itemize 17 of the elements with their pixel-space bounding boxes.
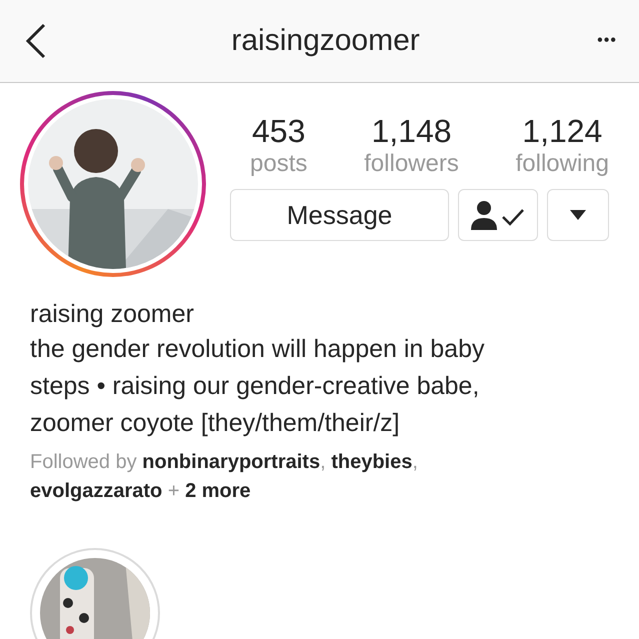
- stat-label: followers: [364, 149, 459, 179]
- message-button[interactable]: Message: [230, 189, 449, 241]
- profile-bio: the gender revolution will happen in baby steps • raising our gender-creative babe, zoomer coyote [they/them/their/z]: [30, 334, 486, 439]
- stat-count: 1,148: [371, 113, 452, 149]
- stat-count: 1,124: [522, 113, 602, 149]
- followed-by-text: Followed by nonbinaryportraits, theybies, evolgazzarato + 2 more: [30, 450, 419, 504]
- stat-label: following: [516, 149, 609, 179]
- profile-name: raising zoomer: [30, 299, 195, 330]
- person-check-icon: [470, 199, 526, 231]
- profile-username-title: raisingzoomer: [231, 24, 420, 58]
- following-button[interactable]: [458, 189, 538, 241]
- stat-label: posts: [250, 149, 308, 179]
- stat-count: 453: [252, 113, 306, 149]
- caret-icon: [570, 210, 586, 220]
- dropdown-button[interactable]: [547, 189, 609, 241]
- back-icon: [24, 23, 46, 59]
- more-options-button[interactable]: •••: [597, 32, 617, 50]
